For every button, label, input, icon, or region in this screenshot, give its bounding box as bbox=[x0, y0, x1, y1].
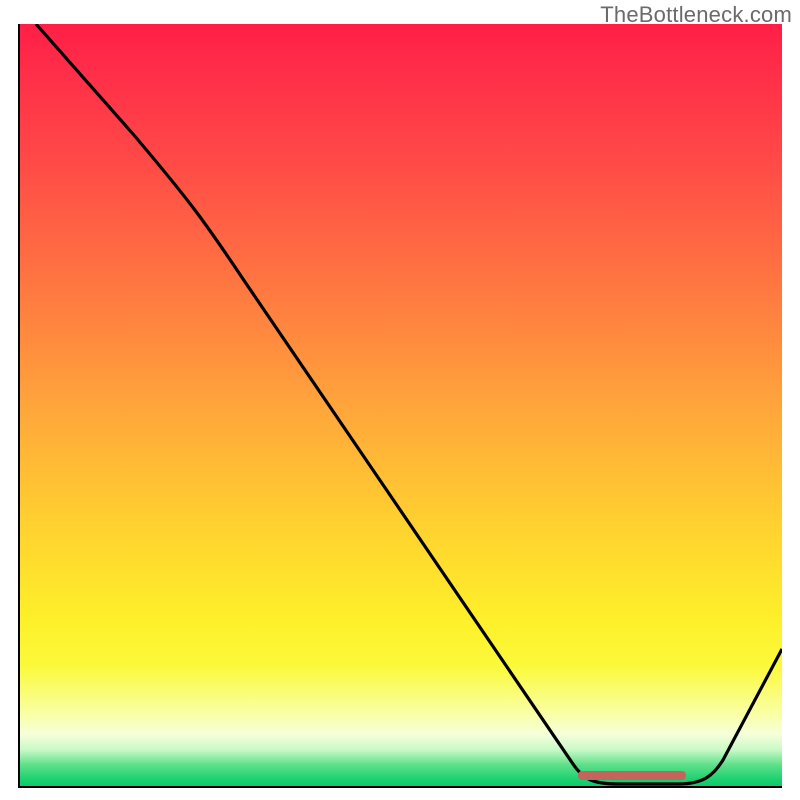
curve-path bbox=[36, 24, 782, 784]
bottleneck-curve bbox=[18, 24, 782, 788]
chart-container: TheBottleneck.com bbox=[0, 0, 800, 800]
optimal-range-marker bbox=[578, 771, 686, 780]
axis-x bbox=[18, 786, 782, 788]
plot-area bbox=[18, 24, 782, 788]
axis-y bbox=[18, 24, 20, 788]
